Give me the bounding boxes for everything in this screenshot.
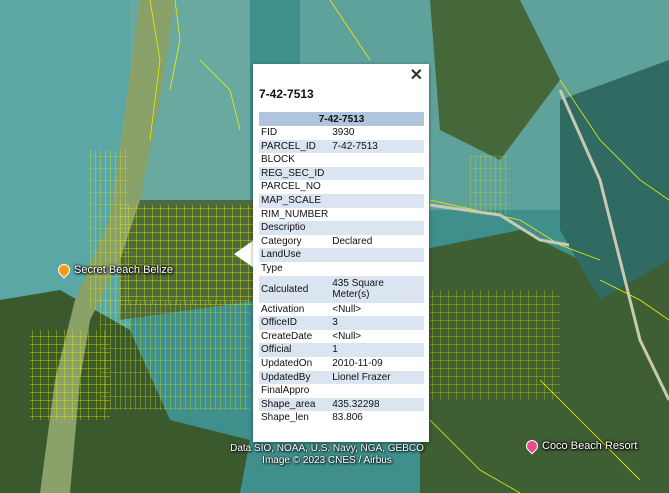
attribute-key: OfficeID bbox=[259, 316, 331, 330]
attribute-value: <Null> bbox=[332, 303, 362, 315]
attribute-row: UpdatedBy Lionel Frazer bbox=[259, 370, 424, 385]
attribute-value: 3930 bbox=[332, 127, 355, 138]
attribute-row: Shape_len 83.806 bbox=[259, 411, 424, 425]
attribute-key: FinalAppro bbox=[261, 385, 310, 397]
attribute-row: BLOCK bbox=[259, 153, 424, 167]
attribute-key: BLOCK bbox=[261, 154, 295, 166]
attribute-value: 83.806 bbox=[332, 412, 363, 424]
feature-popup: ✕ 7-42-7513 7-42-7513 FID 3930 PARCEL_ID 7-… bbox=[253, 64, 429, 442]
attribute-key: RIM_NUMBER bbox=[261, 208, 329, 220]
attribute-row: OfficeID 3 bbox=[259, 316, 424, 330]
attribute-row: REG_SEC_ID bbox=[259, 166, 424, 181]
attribute-key: CreateDate bbox=[261, 330, 313, 342]
place-label-coco-beach[interactable]: Coco Beach Resort bbox=[523, 437, 638, 455]
place-name: Coco Beach Resort bbox=[542, 440, 638, 452]
attribute-key: REG_SEC_ID bbox=[259, 166, 331, 181]
attribute-key: Category bbox=[261, 235, 302, 247]
attribute-key: FID bbox=[261, 127, 278, 138]
attribute-value bbox=[330, 180, 424, 194]
attribute-row: MAP_SCALE bbox=[259, 193, 424, 208]
attribute-row: RIM_NUMBER bbox=[259, 208, 424, 222]
map-pin-icon bbox=[55, 261, 73, 279]
attribute-key: Official bbox=[259, 343, 331, 357]
attribute-row: FinalAppro bbox=[259, 384, 424, 398]
attribute-row: PARCEL_NO bbox=[259, 180, 424, 194]
attribute-row: PARCEL_ID 7-42-7513 bbox=[259, 139, 424, 154]
attribute-table-header: 7-42-7513 bbox=[259, 112, 424, 126]
close-icon[interactable]: ✕ bbox=[410, 67, 423, 85]
attribute-row: Shape_area 435.32298 bbox=[259, 397, 424, 412]
attribute-value bbox=[330, 221, 424, 235]
attribute-row: Official 1 bbox=[259, 343, 424, 357]
attribute-key: UpdatedOn bbox=[261, 357, 313, 369]
attribute-value: 2010-11-09 bbox=[332, 357, 383, 369]
attribute-key: Shape_len bbox=[261, 412, 309, 424]
attribute-value bbox=[330, 208, 424, 222]
attribution-line: Image © 2023 CNES / Airbus bbox=[262, 455, 392, 466]
map-pin-icon bbox=[523, 437, 541, 455]
attribute-key: Activation bbox=[261, 303, 305, 315]
attribute-key: PARCEL_ID bbox=[259, 139, 331, 154]
attribute-row: Type bbox=[259, 262, 424, 276]
attribute-key: Calculated bbox=[259, 275, 331, 303]
attribute-value: 435 Square Meter(s) bbox=[330, 275, 424, 303]
attribute-value: <Null> bbox=[332, 330, 362, 342]
attribute-key: Shape_area bbox=[259, 397, 331, 412]
attribute-value bbox=[330, 262, 424, 276]
attribute-row: Activation <Null> bbox=[259, 303, 424, 317]
attribute-table: 7-42-7513 FID 3930 PARCEL_ID 7-42-7513 BLOCK… bbox=[259, 112, 424, 425]
attribute-row: Calculated 435 Square Meter(s) bbox=[259, 275, 424, 303]
attribute-key: UpdatedBy bbox=[259, 370, 331, 385]
attribution-line: Data SIO, NOAA, U.S. Navy, NGA, GEBCO bbox=[230, 443, 424, 454]
attribute-key: Type bbox=[261, 262, 283, 274]
attribute-row: UpdatedOn 2010-11-09 bbox=[259, 357, 424, 371]
attribute-key: LandUse bbox=[259, 248, 331, 262]
attribute-row: Descriptio bbox=[259, 221, 424, 235]
attribute-key: MAP_SCALE bbox=[259, 193, 331, 208]
attribute-key: Descriptio bbox=[259, 221, 331, 235]
place-name: Secret Beach Belize bbox=[74, 264, 174, 276]
attribute-row: LandUse bbox=[259, 248, 424, 262]
attribute-value bbox=[330, 166, 424, 181]
attribute-row: CreateDate <Null> bbox=[259, 330, 424, 344]
attribute-value bbox=[330, 248, 424, 262]
attribute-value: 435.32298 bbox=[330, 397, 424, 412]
attribute-value: Lionel Frazer bbox=[330, 370, 424, 385]
attribute-value: 3 bbox=[330, 316, 424, 330]
attribute-value bbox=[330, 153, 424, 167]
map-attribution: Data SIO, NOAA, U.S. Navy, NGA, GEBCO Im… bbox=[196, 443, 458, 467]
attribute-value bbox=[330, 193, 424, 208]
popup-pointer bbox=[234, 240, 254, 268]
place-label-secret-beach[interactable]: Secret Beach Belize bbox=[55, 261, 174, 279]
popup-title: 7-42-7513 bbox=[259, 87, 314, 101]
attribute-value bbox=[330, 384, 424, 398]
attribute-row: Category Declared bbox=[259, 235, 424, 249]
attribute-key: PARCEL_NO bbox=[261, 181, 321, 193]
attribute-value: 7-42-7513 bbox=[330, 139, 424, 154]
attribute-value: 1 bbox=[330, 343, 424, 357]
attribute-value: Declared bbox=[332, 235, 373, 247]
attribute-row: FID 3930 bbox=[259, 126, 424, 140]
